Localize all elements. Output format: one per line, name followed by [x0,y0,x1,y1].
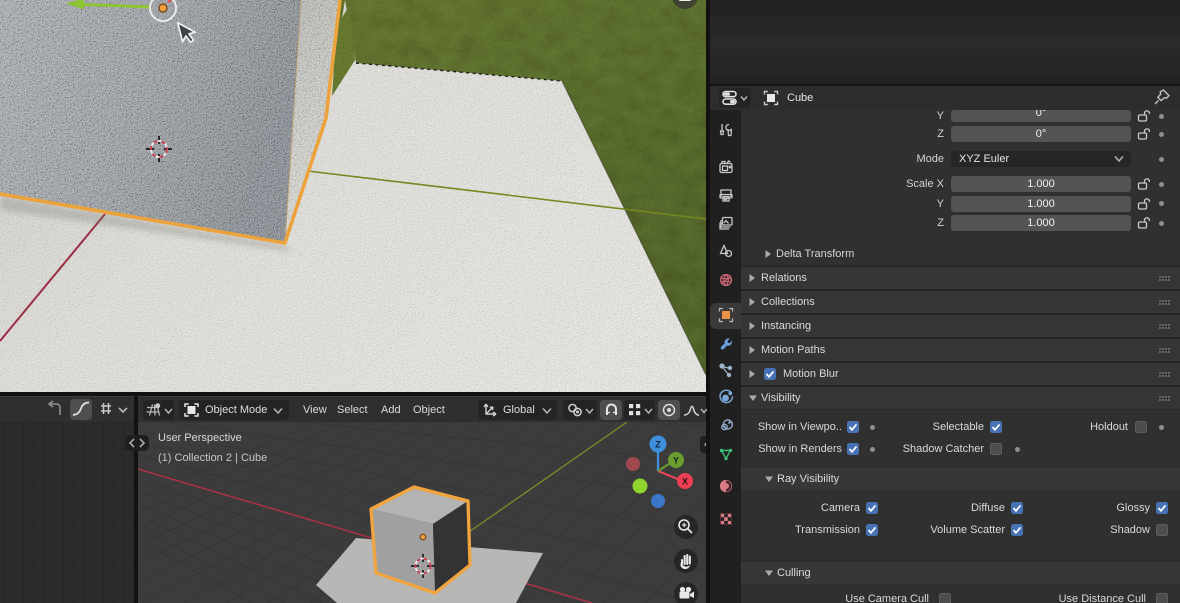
svg-text:X: X [682,477,688,487]
svg-text:Y: Y [673,456,679,466]
svg-text:Z: Z [655,440,661,450]
